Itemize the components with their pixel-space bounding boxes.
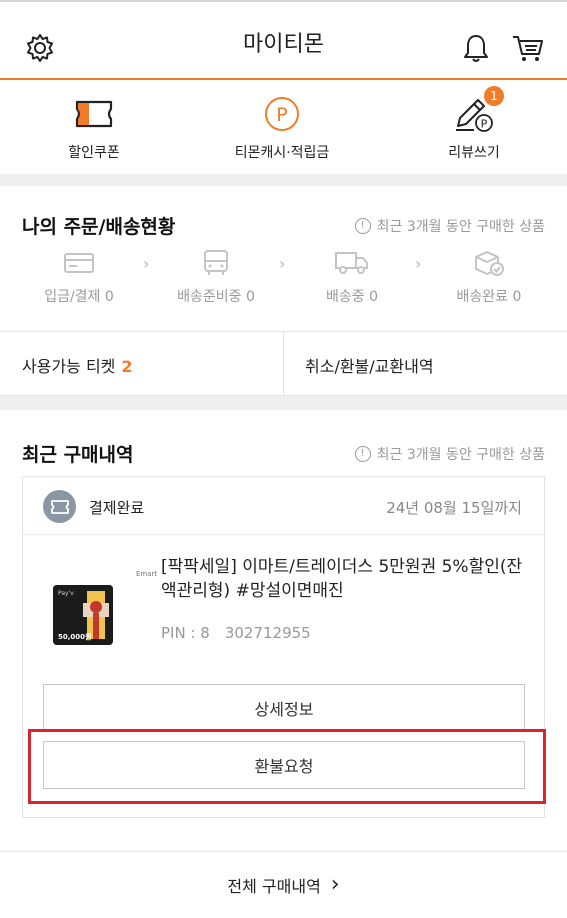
bell-icon-svg (464, 35, 488, 62)
svg-text:P: P (276, 104, 287, 126)
svg-text:P: P (481, 118, 488, 131)
step-label: 배송완료 (456, 289, 509, 305)
step-count: 0 (245, 289, 255, 305)
chevron-right-icon: › (279, 254, 286, 273)
available-tickets-link[interactable]: 사용가능 티켓 2 (22, 353, 133, 377)
order-steps: 입금/결제 0 › 배송준비중 0 › 배송중 0 › 배송완료 0 (0, 248, 567, 308)
quick-item-label: 티몬캐시·적립금 (234, 145, 330, 161)
refund-history-link[interactable]: 취소/환불/교환내역 (305, 353, 434, 377)
recent-purchases-note: ! 최근 3개월 동안 구매한 상품 (354, 444, 545, 464)
chevron-right-icon: › (330, 872, 340, 897)
order-note-text: 최근 3개월 동안 구매한 상품 (376, 219, 545, 235)
quick-item-review[interactable]: P 1 리뷰쓰기 (404, 86, 544, 162)
chevron-right-icon: › (143, 254, 150, 273)
bus-icon (196, 248, 236, 278)
step-label: 배송중 (325, 289, 365, 305)
purchase-status-row: 결제완료 24년 08월 15일까지 (23, 477, 544, 535)
top-bar: 마이티몬 (0, 0, 567, 80)
product-thumbnail[interactable]: Pay'v 50,000원 (53, 585, 113, 645)
valid-until-date: 24년 08월 15일까지 (386, 499, 522, 517)
bell-icon[interactable] (458, 30, 494, 66)
product-name[interactable]: [팍팍세일] 이마트/트레이더스 5만원권 5%할인(잔액관리형) #망설이면매… (161, 555, 533, 603)
order-status-section: 나의 주문/배송현황 ! 최근 3개월 동안 구매한 상품 입금/결제 0 › … (0, 186, 567, 332)
recent-note-text: 최근 3개월 동안 구매한 상품 (376, 447, 545, 463)
order-status-note: ! 최근 3개월 동안 구매한 상품 (354, 216, 545, 236)
step-payment[interactable]: 입금/결제 0 (14, 248, 144, 306)
svg-text:Pay'v: Pay'v (58, 590, 74, 597)
quick-item-points[interactable]: P 티몬캐시·적립금 (212, 92, 352, 162)
all-purchases-label: 전체 구매내역 (227, 877, 321, 896)
highlight-box (28, 729, 546, 804)
truck-icon (332, 248, 372, 278)
payment-status: 결제완료 (89, 499, 145, 517)
all-purchases-link[interactable]: 전체 구매내역 › (0, 851, 567, 918)
section-divider (0, 396, 567, 410)
chevron-right-icon: › (415, 254, 422, 273)
step-count: 0 (512, 289, 522, 305)
pencil-icon: P 1 (452, 86, 504, 136)
cart-icon-svg (513, 36, 543, 61)
step-count: 0 (369, 289, 378, 305)
recent-purchases-section: 최근 구매내역 ! 최근 3개월 동안 구매한 상품 결제완료 24년 08월 … (0, 410, 567, 918)
detail-button[interactable]: 상세정보 (43, 684, 525, 732)
available-tickets-label: 사용가능 티켓 (22, 357, 116, 376)
quick-item-coupon[interactable]: 할인쿠폰 (24, 92, 164, 162)
card-icon (59, 248, 99, 278)
ticket-row: 사용가능 티켓 2 취소/환불/교환내역 (0, 332, 567, 396)
quick-item-label: 할인쿠폰 (68, 145, 120, 161)
ticket-icon (43, 490, 76, 523)
info-icon: ! (354, 446, 371, 462)
points-icon: P (260, 92, 304, 136)
step-label: 배송준비중 (177, 289, 242, 305)
quick-menu: 할인쿠폰 P 티몬캐시·적립금 P 1 리뷰쓰기 (0, 80, 567, 174)
review-count-badge: 1 (484, 86, 504, 106)
svg-text:50,000원: 50,000원 (58, 632, 91, 641)
recent-purchases-title: 최근 구매내역 (22, 444, 134, 466)
brand-label: Emart (136, 570, 158, 578)
quick-item-label: 리뷰쓰기 (448, 145, 500, 161)
step-delivered[interactable]: 배송완료 0 (424, 248, 554, 306)
step-preparing[interactable]: 배송준비중 0 (151, 248, 281, 306)
order-status-title: 나의 주문/배송현황 (22, 216, 176, 238)
step-count: 0 (104, 289, 114, 305)
vertical-divider (283, 332, 284, 396)
box-check-icon (469, 248, 509, 278)
available-tickets-count: 2 (121, 357, 133, 376)
section-divider (0, 174, 567, 186)
step-shipping[interactable]: 배송중 0 (287, 248, 417, 306)
pin-number: PIN : 8 302712955 (161, 624, 311, 642)
info-icon: ! (354, 218, 371, 234)
cart-icon[interactable] (510, 30, 546, 66)
gift-card-image: Pay'v 50,000원 (53, 585, 113, 645)
coupon-icon (72, 92, 116, 136)
step-label: 입금/결제 (44, 289, 101, 305)
